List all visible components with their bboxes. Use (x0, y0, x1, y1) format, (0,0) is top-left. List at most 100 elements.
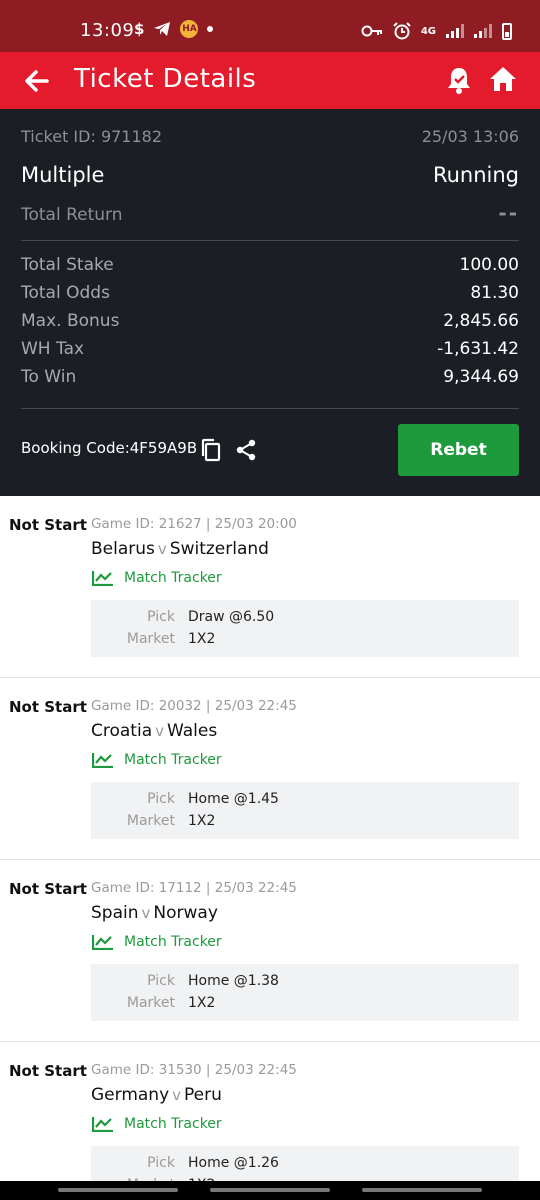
versus: v (157, 540, 167, 558)
away-team: Wales (167, 721, 218, 741)
alarm-icon (393, 22, 411, 40)
market-label: Market (126, 631, 175, 647)
telegram-icon (154, 22, 171, 36)
network-type: 4G (420, 25, 436, 37)
page-title: Ticket Details (74, 64, 257, 94)
stat-label: To Win (21, 367, 77, 387)
copy-icon[interactable] (200, 438, 222, 462)
match-tracker-link[interactable]: Match Tracker (92, 570, 222, 586)
system-icons: 4G (361, 22, 512, 40)
versus: v (172, 1086, 182, 1104)
market-value: 1X2 (188, 995, 216, 1011)
key-icon (361, 25, 382, 37)
nav-recents-handle[interactable] (58, 1188, 178, 1192)
game-status: Not Start (9, 698, 87, 716)
match-tracker-label: Match Tracker (124, 570, 222, 586)
game-id: Game ID: 17112 | 25/03 22:45 (91, 880, 297, 896)
system-nav-bar (0, 1181, 540, 1200)
notification-icons: $ HA (134, 20, 214, 38)
home-team: Belarus (91, 539, 155, 559)
pick-details: Pick Home @1.45 Market 1X2 (91, 782, 519, 839)
match-tracker-link[interactable]: Match Tracker (92, 1116, 222, 1132)
bet-type: Multiple (21, 163, 105, 187)
stat-value: 100.00 (459, 255, 519, 275)
stat-row-tax: WH Tax -1,631.42 (21, 339, 519, 359)
game-card: Not Start Game ID: 31530 | 25/03 22:45 G… (0, 1042, 540, 1186)
booking-code-value: 4F59A9B (129, 439, 198, 457)
match-tracker-label: Match Tracker (124, 752, 222, 768)
pick-value: Home @1.45 (188, 791, 279, 807)
match-tracker-link[interactable]: Match Tracker (92, 934, 222, 950)
market-value: 1X2 (188, 631, 216, 647)
signal-icon (446, 24, 464, 38)
coin-icon: HA (180, 20, 199, 38)
game-id: Game ID: 21627 | 25/03 20:00 (91, 516, 297, 532)
pick-label: Pick (147, 1155, 175, 1171)
stat-row-stake: Total Stake 100.00 (21, 255, 519, 275)
stat-row-towin: To Win 9,344.69 (21, 367, 519, 387)
ticket-id-row: Ticket ID: 971182 25/03 13:06 (21, 127, 519, 146)
home-team: Germany (91, 1085, 170, 1105)
s-app-icon: $ (134, 20, 145, 38)
match-teams: Spain v Norway (91, 903, 218, 923)
match-teams: Belarus v Switzerland (91, 539, 269, 559)
game-status: Not Start (9, 1062, 87, 1080)
stat-value: -1,631.42 (437, 339, 519, 359)
home-icon[interactable] (488, 64, 518, 94)
versus: v (155, 722, 165, 740)
away-team: Peru (184, 1085, 222, 1105)
match-tracker-icon (92, 753, 113, 768)
status-bar: 13:09 $ HA 4G (0, 0, 540, 52)
app-bar: Ticket Details (0, 52, 540, 109)
market-label: Market (126, 813, 175, 829)
share-icon[interactable] (235, 439, 257, 461)
nav-home-handle[interactable] (210, 1188, 330, 1192)
game-card: Not Start Game ID: 17112 | 25/03 22:45 S… (0, 860, 540, 1042)
match-teams: Germany v Peru (91, 1085, 222, 1105)
status-time: 13:09 (80, 20, 135, 41)
stat-value: 9,344.69 (443, 367, 519, 387)
signal-icon-2 (474, 24, 492, 38)
pick-details: Pick Home @1.38 Market 1X2 (91, 964, 519, 1021)
total-return-row: Total Return -- (21, 201, 519, 225)
stat-value: 81.30 (470, 283, 519, 303)
versus: v (141, 904, 151, 922)
stat-row-bonus: Max. Bonus 2,845.66 (21, 311, 519, 331)
nav-back-handle[interactable] (362, 1188, 482, 1192)
bell-icon[interactable] (444, 65, 474, 95)
ticket-datetime: 25/03 13:06 (421, 127, 519, 146)
game-status: Not Start (9, 516, 87, 534)
stat-label: WH Tax (21, 339, 85, 359)
away-team: Norway (153, 903, 218, 923)
divider (21, 240, 519, 241)
away-team: Switzerland (169, 539, 269, 559)
match-teams: Croatia v Wales (91, 721, 217, 741)
more-notifications-icon (207, 26, 214, 32)
ticket-id: Ticket ID: 971182 (21, 127, 163, 146)
ticket-status: Running (432, 163, 519, 187)
stat-label: Max. Bonus (21, 311, 120, 331)
pick-value: Home @1.38 (188, 973, 279, 989)
match-tracker-label: Match Tracker (124, 934, 222, 950)
pick-details: Pick Home @1.26 Market 1X2 (91, 1146, 519, 1186)
market-label: Market (126, 995, 175, 1011)
pick-label: Pick (147, 609, 175, 625)
market-value: 1X2 (188, 813, 216, 829)
total-return-label: Total Return (21, 205, 123, 225)
match-tracker-icon (92, 1117, 113, 1132)
total-return-value: -- (498, 201, 519, 225)
home-team: Croatia (91, 721, 153, 741)
ticket-summary: Ticket ID: 971182 25/03 13:06 Multiple R… (0, 109, 540, 496)
rebet-button[interactable]: Rebet (398, 424, 519, 476)
match-tracker-icon (92, 935, 113, 950)
game-card: Not Start Game ID: 20032 | 25/03 22:45 C… (0, 678, 540, 860)
game-id: Game ID: 20032 | 25/03 22:45 (91, 698, 297, 714)
game-status: Not Start (9, 880, 87, 898)
back-arrow-icon[interactable] (22, 66, 52, 96)
stat-value: 2,845.66 (443, 311, 519, 331)
match-tracker-link[interactable]: Match Tracker (92, 752, 222, 768)
pick-value: Home @1.26 (188, 1155, 279, 1171)
match-tracker-icon (92, 571, 113, 586)
bet-type-row: Multiple Running (21, 163, 519, 187)
divider (21, 408, 519, 409)
